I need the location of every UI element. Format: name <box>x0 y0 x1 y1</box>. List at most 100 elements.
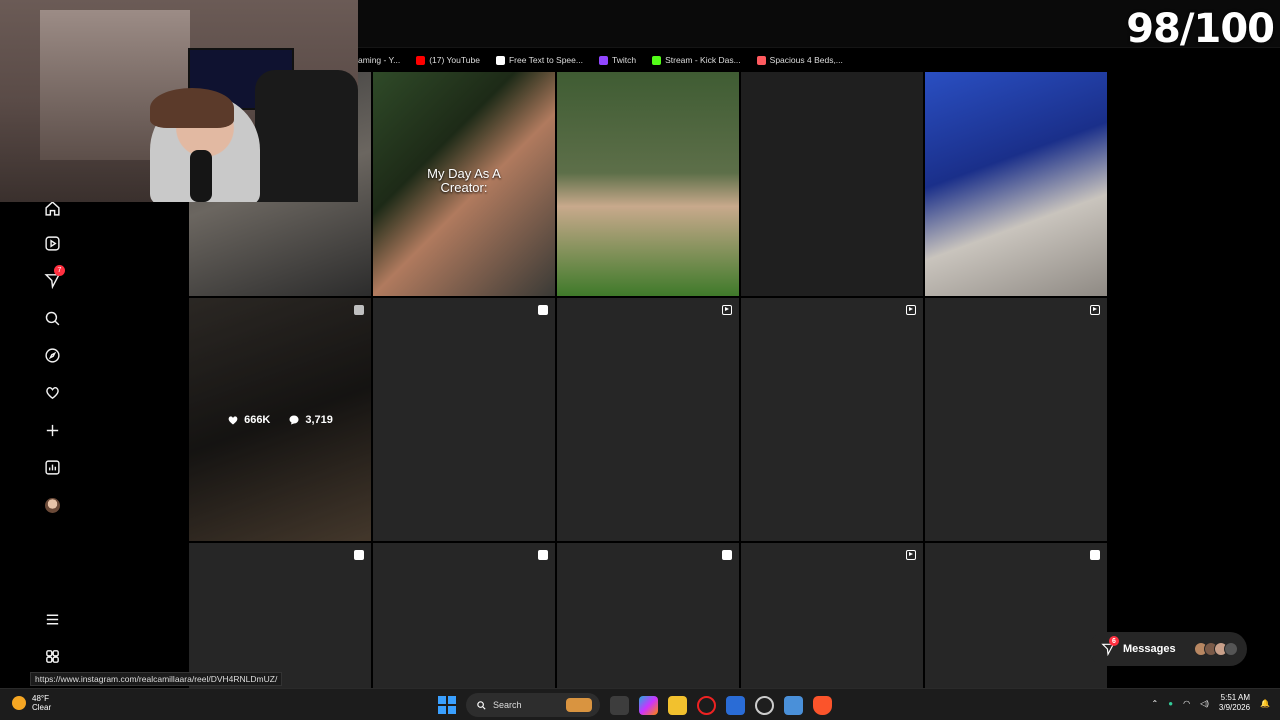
bookmark-youtube[interactable]: (17) YouTube <box>416 55 480 65</box>
grid-post[interactable]: My Day As A Creator: <box>373 72 555 296</box>
screen: aming - Y... (17) YouTube Free Text to S… <box>0 0 1280 720</box>
search-icon[interactable] <box>42 308 62 328</box>
task-view-icon[interactable] <box>610 695 629 715</box>
airbnb-icon <box>756 55 766 65</box>
grid-post[interactable] <box>925 543 1107 688</box>
wifi-icon[interactable]: ◠ <box>1183 699 1190 708</box>
brave-icon[interactable] <box>813 695 832 715</box>
dashboard-icon[interactable] <box>42 457 62 477</box>
volume-icon[interactable]: ◁) <box>1200 699 1209 708</box>
avatar <box>44 497 60 513</box>
opera-icon[interactable] <box>697 695 716 715</box>
bookmark-label: aming - Y... <box>358 55 401 65</box>
caption-line: Creator: <box>440 180 488 195</box>
messages-icon[interactable]: 7 <box>42 265 65 290</box>
date: 3/9/2026 <box>1218 703 1251 712</box>
grid-post[interactable] <box>189 543 371 688</box>
caption-line: My Day As A <box>427 166 501 181</box>
post-caption: My Day As A Creator: <box>373 167 555 195</box>
messages-badge: 6 <box>1109 636 1119 646</box>
grid-post[interactable] <box>373 298 555 541</box>
copilot-icon[interactable] <box>639 695 658 715</box>
notifications-heart-icon[interactable] <box>42 382 62 402</box>
bookmark-airbnb[interactable]: Spacious 4 Beds,... <box>756 55 843 65</box>
comments-count: 3,719 <box>305 413 333 426</box>
post-hover-stats: 666K 3,719 <box>189 298 371 541</box>
start-windows-icon[interactable] <box>438 696 456 714</box>
carousel-icon <box>538 550 548 560</box>
message-avatars <box>1193 642 1238 656</box>
grid-post[interactable] <box>741 543 923 688</box>
steam-icon[interactable] <box>755 695 774 715</box>
grid-post[interactable] <box>557 72 739 296</box>
tts-icon <box>495 55 505 65</box>
apps-icon[interactable] <box>42 646 62 666</box>
grid-post[interactable] <box>373 543 555 688</box>
twitch-icon <box>598 55 608 65</box>
taskbar-apps: Search <box>438 693 832 717</box>
link-status-url: https://www.instagram.com/realcamillaara… <box>30 672 283 686</box>
bookmark-label: (17) YouTube <box>429 55 480 65</box>
bookmark-label: Twitch <box>611 55 637 65</box>
weather-temp: 48°F <box>32 694 49 703</box>
reels-icon[interactable] <box>42 233 62 253</box>
create-plus-icon[interactable] <box>42 420 62 440</box>
grid-post[interactable] <box>557 298 739 541</box>
profile-avatar[interactable] <box>42 495 62 515</box>
microphone-icon[interactable]: ● <box>1168 699 1173 708</box>
grid-post[interactable] <box>925 298 1107 541</box>
more-icon <box>1223 642 1238 656</box>
system-tray: ⌃ ● ◠ ◁) 5:51 AM 3/9/2026 🔔 <box>1152 693 1270 713</box>
bookmark-gaming[interactable]: aming - Y... <box>358 55 400 65</box>
comments-stat: 3,719 <box>288 414 333 426</box>
grid-post[interactable] <box>741 72 923 296</box>
grid-post[interactable] <box>925 72 1107 296</box>
likes-count: 666K <box>244 413 271 426</box>
bookmark-kick[interactable]: Stream - Kick Das... <box>652 55 741 65</box>
grid-post[interactable] <box>741 298 923 541</box>
reel-play-icon <box>906 305 916 315</box>
webcam-chair <box>255 70 358 202</box>
menu-icon[interactable] <box>42 609 62 629</box>
time: 5:51 AM <box>1220 693 1251 702</box>
instagram-sidebar: 7 <box>28 195 76 685</box>
explore-icon[interactable] <box>42 345 62 365</box>
grid-post[interactable] <box>557 543 739 688</box>
heart-icon <box>228 415 238 424</box>
search-label: Search <box>493 700 522 710</box>
kick-icon <box>652 55 662 65</box>
weather-desc: Clear <box>32 703 52 712</box>
webcam-overlay <box>0 0 358 202</box>
photos-icon[interactable] <box>784 695 803 715</box>
grid-post-hovered[interactable]: 666K 3,719 <box>189 298 371 541</box>
messages-button[interactable]: 6 Messages <box>1089 632 1247 666</box>
reel-play-icon <box>722 305 732 315</box>
clock[interactable]: 5:51 AM 3/9/2026 <box>1219 693 1250 713</box>
carousel-icon <box>722 550 732 560</box>
chevron-up-icon[interactable]: ⌃ <box>1152 699 1159 708</box>
reel-play-icon <box>906 550 916 560</box>
bookmark-twitch[interactable]: Twitch <box>598 55 637 65</box>
file-explorer-icon[interactable] <box>668 695 687 715</box>
comment-icon <box>289 415 299 424</box>
bookmark-label: Stream - Kick Das... <box>665 55 741 65</box>
carousel-icon <box>538 305 548 315</box>
notifications-bell-icon[interactable]: 🔔 <box>1260 699 1270 708</box>
bookmark-label: Free Text to Spee... <box>508 55 583 65</box>
messages-send-icon: 6 <box>1101 636 1119 657</box>
reel-play-icon <box>1090 305 1100 315</box>
streamer-hair <box>150 88 234 128</box>
bookmark-label: Spacious 4 Beds,... <box>769 55 843 65</box>
score-overlay: 98/100 <box>1126 6 1275 52</box>
weather-widget[interactable]: 48°F Clear <box>12 694 51 712</box>
carousel-icon <box>1090 550 1100 560</box>
messages-label: Messages <box>1123 643 1176 655</box>
taskbar-search[interactable]: Search <box>466 693 600 717</box>
bookmark-tts[interactable]: Free Text to Spee... <box>495 55 583 65</box>
search-icon <box>477 700 486 710</box>
search-highlight-icon <box>566 698 592 712</box>
windows-taskbar: 48°F Clear Search ⌃ ● ◠ ◁) 5:51 AM 3/9/2… <box>0 688 1280 720</box>
likes-stat: 666K <box>227 414 270 426</box>
store-icon[interactable] <box>726 695 745 715</box>
carousel-icon <box>354 550 364 560</box>
